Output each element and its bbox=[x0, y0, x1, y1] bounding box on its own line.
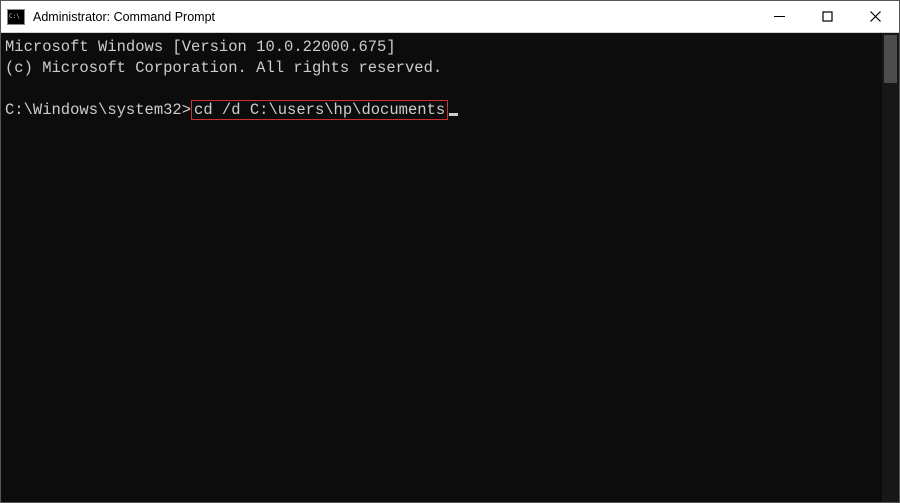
terminal-command-highlight: cd /d C:\users\hp\documents bbox=[191, 100, 448, 121]
window-controls bbox=[755, 1, 899, 32]
terminal-command: cd /d C:\users\hp\documents bbox=[194, 101, 445, 119]
window-title: Administrator: Command Prompt bbox=[33, 10, 755, 24]
command-prompt-window: Administrator: Command Prompt Microsoft … bbox=[0, 0, 900, 503]
scrollbar-track[interactable] bbox=[882, 33, 899, 502]
terminal-prompt: C:\Windows\system32> bbox=[5, 101, 191, 119]
terminal-version-line: Microsoft Windows [Version 10.0.22000.67… bbox=[5, 38, 396, 56]
maximize-button[interactable] bbox=[803, 1, 851, 32]
terminal[interactable]: Microsoft Windows [Version 10.0.22000.67… bbox=[1, 33, 882, 502]
scrollbar-thumb[interactable] bbox=[884, 35, 897, 83]
terminal-cursor bbox=[449, 113, 458, 116]
titlebar[interactable]: Administrator: Command Prompt bbox=[1, 1, 899, 33]
cmd-icon bbox=[7, 9, 25, 25]
terminal-area: Microsoft Windows [Version 10.0.22000.67… bbox=[1, 33, 899, 502]
terminal-copyright-line: (c) Microsoft Corporation. All rights re… bbox=[5, 59, 442, 77]
close-button[interactable] bbox=[851, 1, 899, 32]
minimize-button[interactable] bbox=[755, 1, 803, 32]
